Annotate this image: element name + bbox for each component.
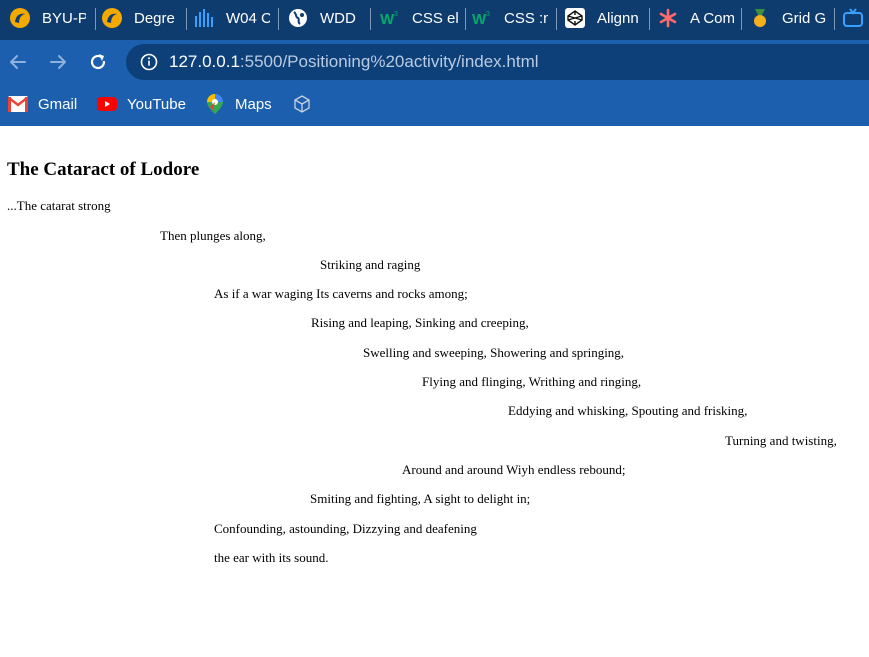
poem-line: the ear with its sound. <box>214 550 329 565</box>
tab-a-complete[interactable]: A Com <box>658 4 734 32</box>
tab-w04[interactable]: W04 C <box>194 4 270 32</box>
poem-line: Confounding, astounding, Dizzying and de… <box>214 521 477 536</box>
tab-label: A Com <box>690 9 734 27</box>
tab-wdd[interactable]: WDD <box>288 4 364 32</box>
codepen-icon <box>565 8 585 28</box>
poem-line: As if a war waging Its caverns and rocks… <box>214 286 468 301</box>
cube-icon <box>292 94 312 114</box>
svg-text:W: W <box>472 11 487 28</box>
bookmark-maps[interactable]: Maps <box>205 93 272 115</box>
tab-divider <box>186 8 187 30</box>
byu-pathway-icon <box>102 8 122 28</box>
back-button[interactable] <box>6 50 30 74</box>
bookmark-youtube[interactable]: YouTube <box>97 93 186 115</box>
bookmark-extension[interactable] <box>292 93 322 115</box>
tab-divider <box>834 8 835 30</box>
poem-title: The Cataract of Lodore <box>7 159 200 180</box>
svg-text:3: 3 <box>486 11 490 18</box>
tab-divider <box>556 8 557 30</box>
tab-css-n[interactable]: W3 CSS :n <box>472 4 548 32</box>
url-text[interactable]: 127.0.0.1:5500/Positioning%20activity/in… <box>169 52 539 72</box>
poem-line: Rising and leaping, Sinking and creeping… <box>311 315 529 330</box>
browser-toolbar: 127.0.0.1:5500/Positioning%20activity/in… <box>0 40 869 84</box>
tab-grid[interactable]: Grid G <box>750 4 826 32</box>
medal-icon <box>750 8 770 28</box>
globe-icon <box>288 8 308 28</box>
site-info-icon[interactable] <box>140 53 158 71</box>
tab-divider <box>278 8 279 30</box>
url-host: 127.0.0.1 <box>169 52 240 71</box>
tab-divider <box>465 8 466 30</box>
tab-divider <box>95 8 96 30</box>
poem-line: Swelling and sweeping, Showering and spr… <box>363 345 625 360</box>
poem-line: Then plunges along, <box>160 228 266 243</box>
bars-chart-icon <box>194 8 214 28</box>
page-content: The Cataract of Lodore ...The catarat st… <box>0 126 869 657</box>
bookmark-label: Gmail <box>38 95 78 113</box>
tab-alignment[interactable]: Alignn <box>565 4 641 32</box>
tab-label: Degre <box>134 9 175 27</box>
tab-label: BYU-P <box>42 9 86 27</box>
tab-label: CSS :n <box>504 9 548 27</box>
poem-line: Smiting and fighting, A sight to delight… <box>310 491 531 506</box>
poem-line: Striking and raging <box>320 257 421 272</box>
tab-label: WDD <box>320 9 356 27</box>
bookmark-label: Maps <box>235 95 272 113</box>
poem-line: ...The catarat strong <box>7 198 111 213</box>
youtube-icon <box>97 94 117 114</box>
tv-icon <box>843 8 863 28</box>
tab-strip: BYU-P Degre W04 C WDD W3 CSS el W3 CSS :… <box>0 0 869 40</box>
url-path: :5500/Positioning%20activity/index.html <box>239 52 539 71</box>
address-bar[interactable]: 127.0.0.1:5500/Positioning%20activity/in… <box>126 44 869 80</box>
poem-line: Eddying and whisking, Spouting and frisk… <box>508 403 748 418</box>
tab-label: Grid G <box>782 9 826 27</box>
w3schools-icon: W3 <box>472 8 492 28</box>
tab-label: Alignn <box>597 9 639 27</box>
tab-divider <box>649 8 650 30</box>
gmail-icon <box>8 94 28 114</box>
reload-button[interactable] <box>86 50 110 74</box>
byu-pathway-icon <box>10 8 30 28</box>
tab-css-el[interactable]: W3 CSS el <box>380 4 463 32</box>
forward-button[interactable] <box>46 50 70 74</box>
poem-line: Around and around Wiyh endless rebound; <box>402 462 626 477</box>
bookmark-gmail[interactable]: Gmail <box>8 93 77 115</box>
bookmark-label: YouTube <box>127 95 186 113</box>
asterisk-icon <box>658 8 678 28</box>
tab-divider <box>370 8 371 30</box>
tab-byu-pathway[interactable]: BYU-P <box>10 4 86 32</box>
poem-line: Turning and twisting, <box>725 433 837 448</box>
tab-divider <box>741 8 742 30</box>
reload-icon <box>90 54 106 70</box>
svg-text:3: 3 <box>394 11 398 18</box>
tab-tv[interactable] <box>843 4 869 32</box>
tab-label: W04 C <box>226 9 270 27</box>
poem-line: Flying and flinging, Writhing and ringin… <box>422 374 642 389</box>
tab-degree[interactable]: Degre <box>102 4 178 32</box>
arrow-right-icon <box>50 55 66 69</box>
svg-text:W: W <box>380 11 395 28</box>
bookmarks-bar: Gmail YouTube Maps <box>0 84 869 126</box>
w3schools-icon: W3 <box>380 8 400 28</box>
tab-label: CSS el <box>412 9 459 27</box>
maps-pin-icon <box>205 94 225 114</box>
arrow-left-icon <box>10 55 26 69</box>
